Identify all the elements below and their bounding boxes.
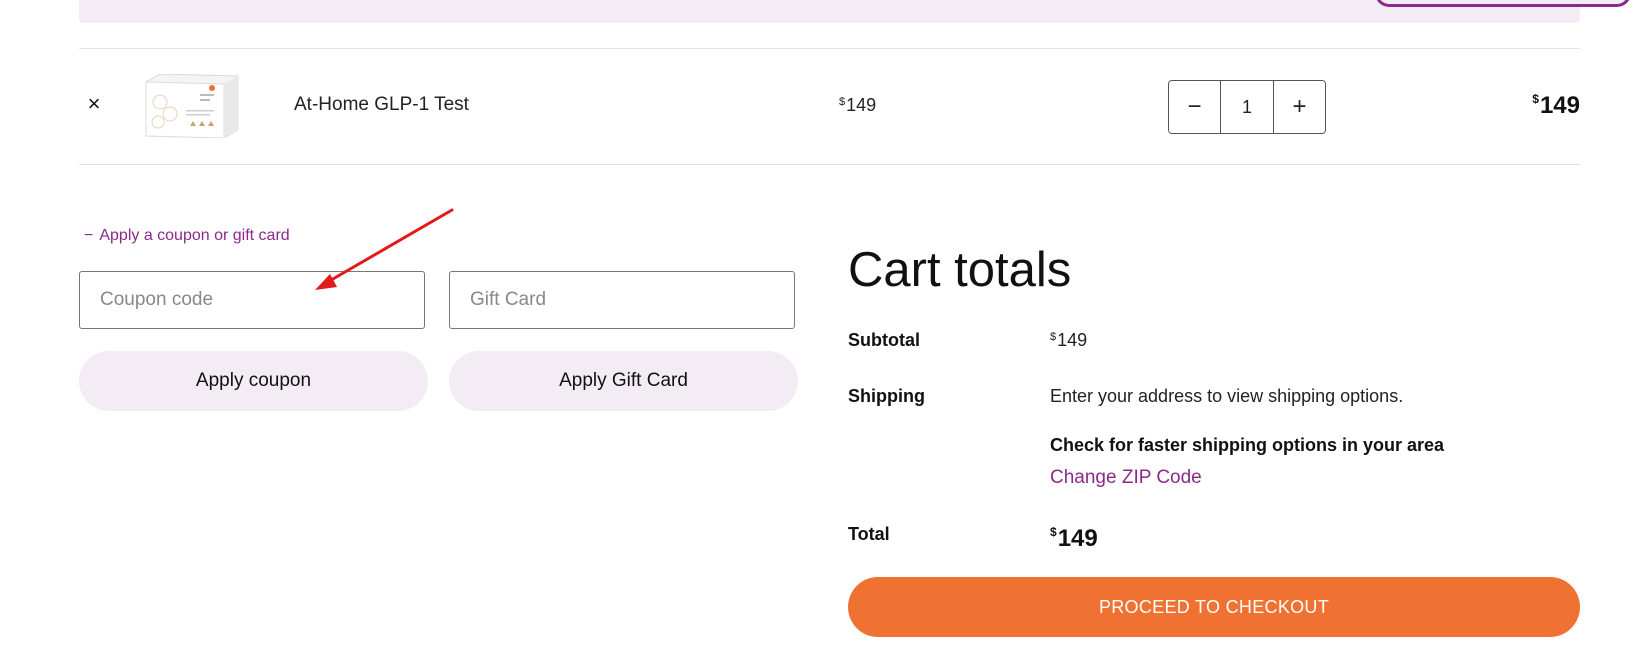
line-total: $149 <box>1532 92 1580 120</box>
cart-totals-title: Cart totals <box>848 243 1072 297</box>
quantity-stepper: − 1 + <box>1168 80 1326 134</box>
subtotal-value: $149 <box>1050 330 1087 351</box>
shipping-label: Shipping <box>848 386 925 406</box>
product-thumbnail[interactable] <box>138 74 240 138</box>
apply-gift-card-button[interactable]: Apply Gift Card <box>449 351 798 411</box>
line-total-amount: 149 <box>1539 92 1580 119</box>
product-name[interactable]: At-Home GLP-1 Test <box>294 94 469 116</box>
unit-price: $149 <box>839 95 876 116</box>
increase-quantity-button[interactable]: + <box>1274 81 1325 133</box>
gift-card-input[interactable] <box>449 271 795 329</box>
coupon-toggle-label: Apply a coupon or gift card <box>99 227 290 244</box>
divider-bottom <box>79 164 1580 165</box>
proceed-to-checkout-button[interactable]: PROCEED TO CHECKOUT <box>848 577 1580 637</box>
banner-button[interactable] <box>1375 0 1631 7</box>
subtotal-label: Subtotal <box>848 330 920 350</box>
currency-symbol: $ <box>839 96 846 108</box>
remove-item-button[interactable]: × <box>84 91 104 116</box>
decrease-quantity-button[interactable]: − <box>1169 81 1220 133</box>
currency-symbol: $ <box>1050 525 1057 539</box>
apply-coupon-button[interactable]: Apply coupon <box>79 351 428 411</box>
unit-price-amount: 149 <box>846 95 877 115</box>
collapse-icon: − <box>84 227 94 244</box>
total-label: Total <box>848 524 890 544</box>
cart-page: × At-Home GLP-1 Test $149 − 1 + $149 − A… <box>0 0 1648 651</box>
quantity-input[interactable]: 1 <box>1220 81 1274 133</box>
faster-shipping-note: Check for faster shipping options in you… <box>1050 435 1445 455</box>
total-value: $149 <box>1050 525 1098 553</box>
shipping-text: Enter your address to view shipping opti… <box>1050 386 1404 406</box>
top-banner <box>79 0 1631 23</box>
minus-icon: − <box>1187 93 1202 120</box>
currency-symbol: $ <box>1532 92 1539 106</box>
subtotal-amount: 149 <box>1057 330 1088 350</box>
coupon-toggle-link[interactable]: − Apply a coupon or gift card <box>84 227 290 245</box>
coupon-code-input[interactable] <box>79 271 425 329</box>
divider-top <box>79 48 1580 49</box>
currency-symbol: $ <box>1050 331 1057 343</box>
change-zip-link[interactable]: Change ZIP Code <box>1050 467 1202 489</box>
plus-icon: + <box>1292 93 1307 120</box>
total-amount: 149 <box>1057 525 1098 552</box>
close-icon: × <box>87 91 101 116</box>
